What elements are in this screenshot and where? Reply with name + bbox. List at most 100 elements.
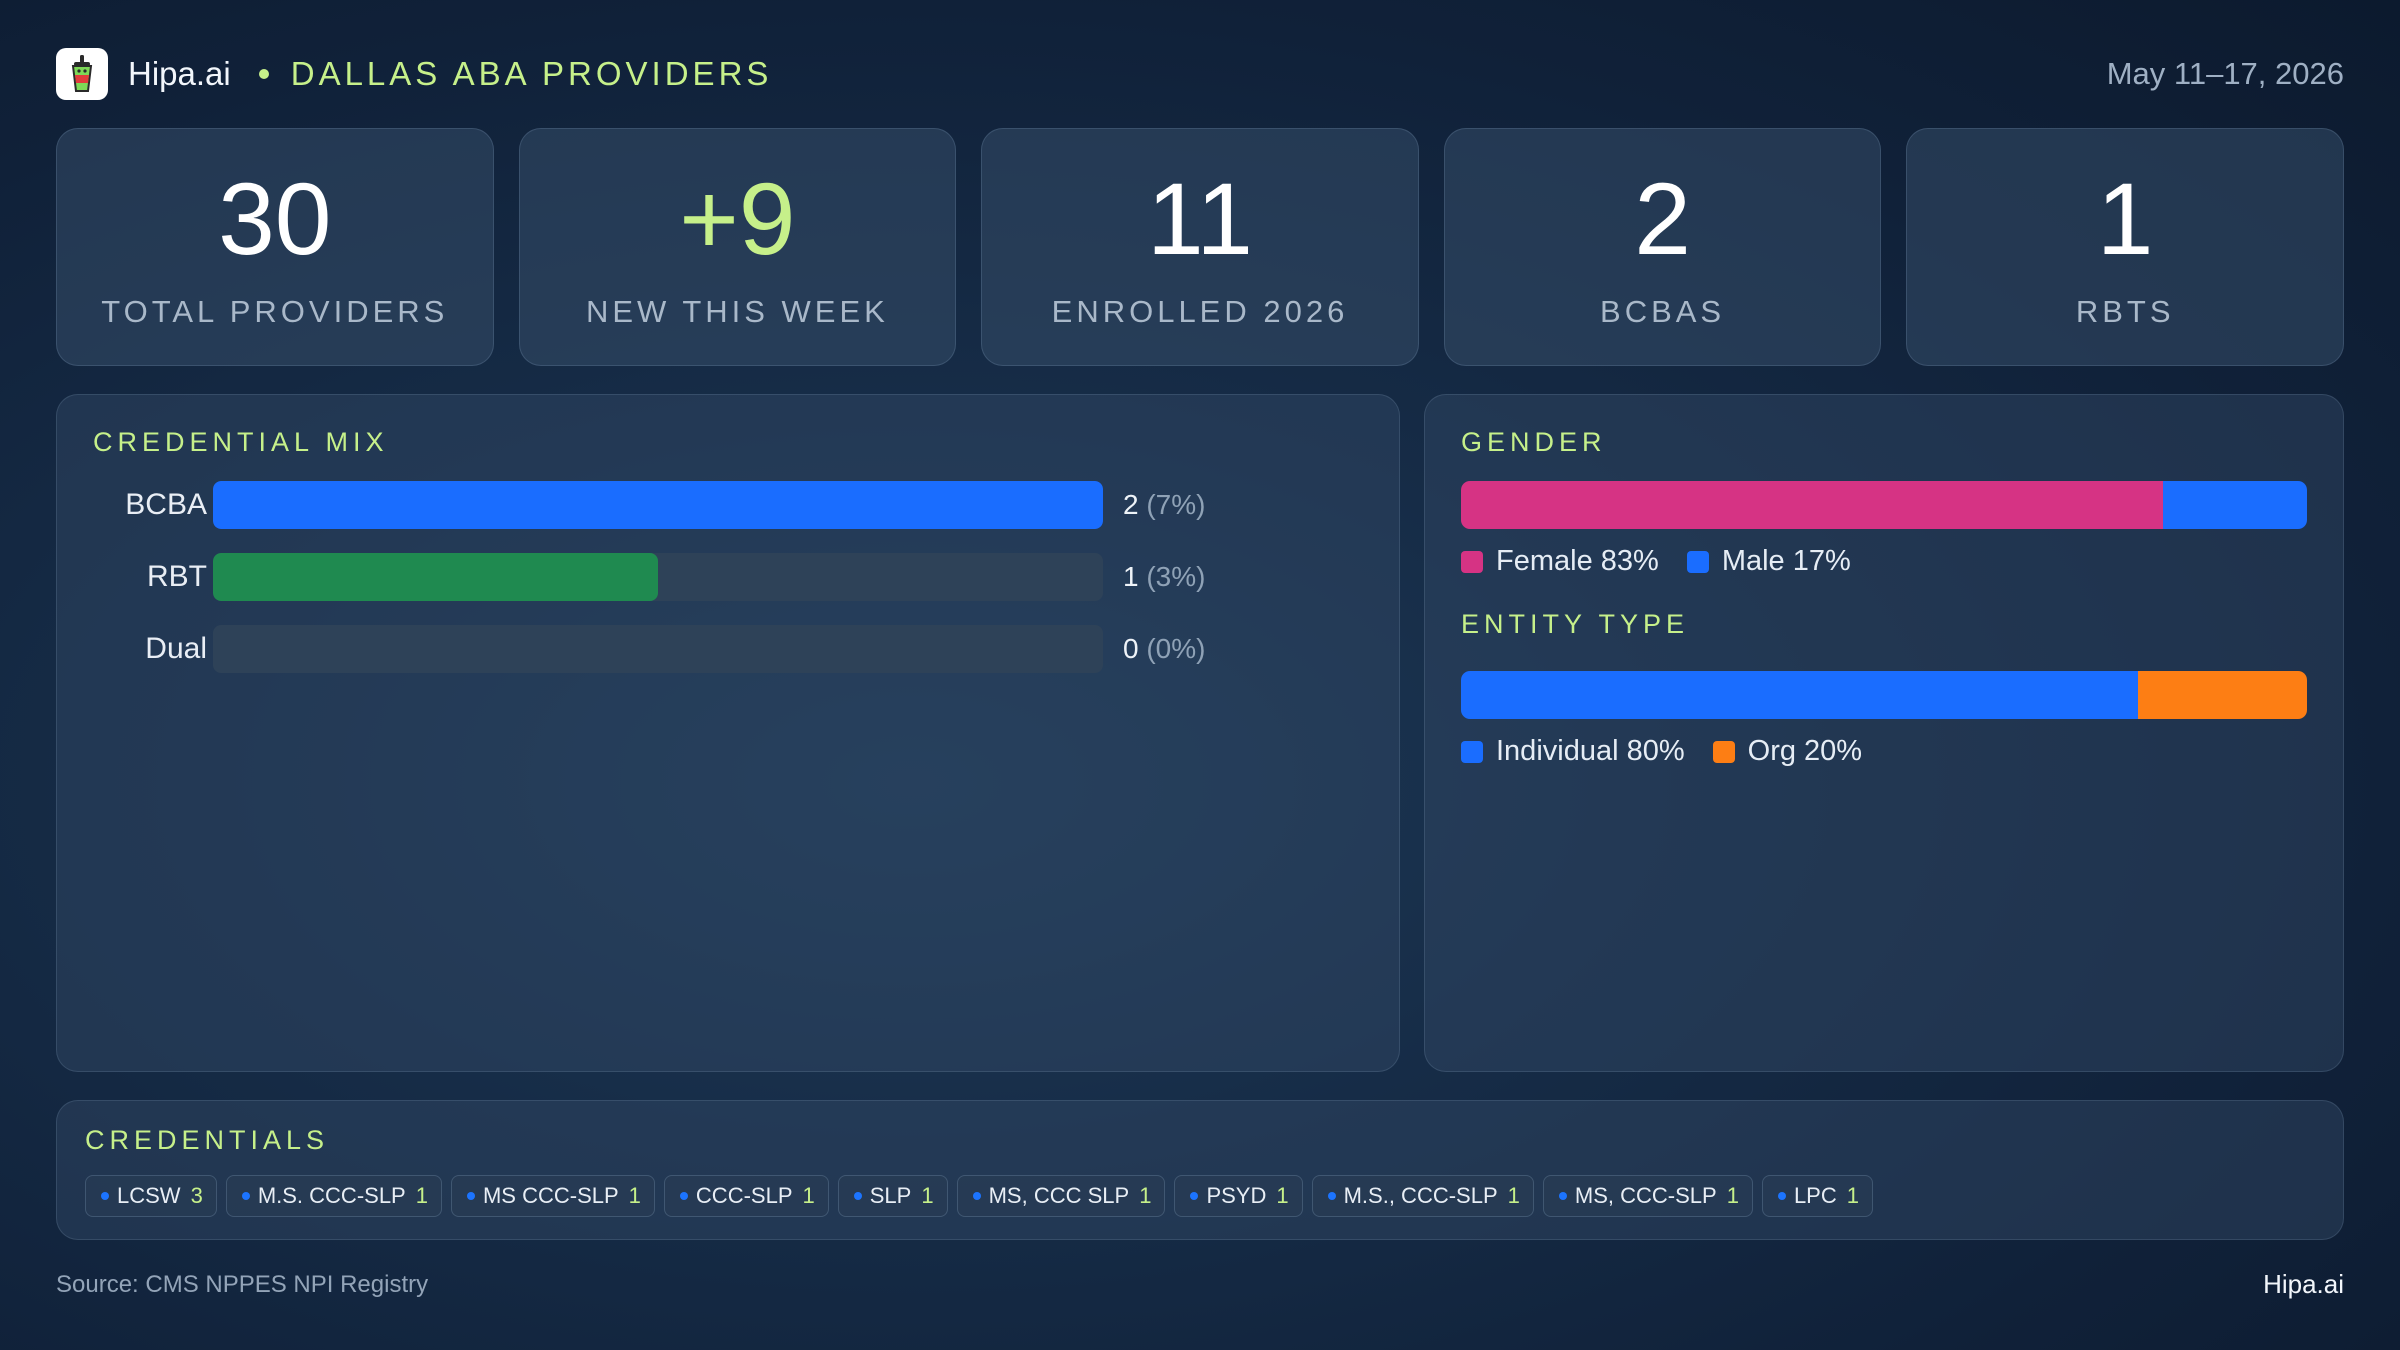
kpi-value: 30 [218, 162, 332, 276]
entity-segment-individual [1461, 671, 2138, 719]
kpi-value: 2 [1634, 162, 1691, 276]
header: Hipa.ai DALLAS ABA PROVIDERS May 11–17, … [56, 48, 2344, 100]
legend-label: Male 17% [1721, 545, 1851, 577]
mix-pct: (7%) [1146, 489, 1206, 520]
chip-label: MS, CCC SLP [988, 1183, 1130, 1208]
chip-dot [1777, 1192, 1786, 1200]
cup-logo-icon [56, 48, 108, 100]
chip-count: 1 [802, 1183, 815, 1208]
credential-chip: MS, CCC-SLP 1 [1542, 1175, 1753, 1217]
mix-row-value: 2 (7%) [1123, 481, 1205, 529]
chip-dot [241, 1192, 250, 1200]
kpi-label: TOTAL PROVIDERS [101, 294, 449, 329]
kpi-value: 1 [2096, 162, 2154, 276]
mix-row-label: Dual [145, 632, 207, 665]
separator-dot [258, 69, 269, 79]
chip-dot [1190, 1192, 1199, 1200]
entity-legend: Individual 80% Org 20% [1461, 735, 1890, 768]
source-note: Source: CMS NPPES NPI Registry [56, 1271, 429, 1298]
credential-chip: SLP 1 [837, 1175, 948, 1217]
mix-pct: (0%) [1146, 633, 1206, 664]
credential-chip: LCSW 3 [85, 1175, 217, 1217]
chip-dot [679, 1192, 688, 1200]
chip-count: 1 [1726, 1183, 1739, 1208]
chip-label: LPC [1793, 1183, 1837, 1208]
mix-row-value: 0 (0%) [1123, 625, 1205, 673]
chip-count: 1 [921, 1183, 934, 1208]
kpi-label: NEW THIS WEEK [585, 294, 889, 329]
mix-pct: (3%) [1146, 561, 1206, 592]
credential-chip-list: LCSW 3 M.S. CCC-SLP 1 MS CCC-SLP 1 CCC-SLP 1 SLP… [85, 1175, 1873, 1217]
gender-stacked-bar [1461, 481, 2307, 529]
kpi-enrolled: 11 ENROLLED 2026 [981, 128, 1419, 366]
chip-count: 1 [1846, 1183, 1859, 1208]
kpi-rbts: 1 RBTS [1906, 128, 2344, 366]
chip-label: PSYD [1206, 1183, 1267, 1208]
mix-count: 1 [1123, 561, 1139, 592]
mix-bar-fill [213, 553, 658, 601]
credential-chip: M.S. CCC-SLP 1 [225, 1175, 442, 1217]
legend-item-individual: Individual 80% [1461, 735, 1685, 768]
gender-legend: Female 83% Male 17% [1461, 545, 1879, 578]
mix-row-label: BCBA [125, 488, 207, 521]
region-title: DALLAS ABA PROVIDERS [290, 55, 773, 92]
mix-count: 0 [1123, 633, 1139, 664]
chip-dot [972, 1192, 981, 1200]
mix-count: 2 [1123, 489, 1139, 520]
kpi-label: RBTS [2075, 294, 2175, 329]
chip-dot [1558, 1192, 1567, 1200]
chip-count: 1 [628, 1183, 641, 1208]
credential-chip: CCC-SLP 1 [663, 1175, 829, 1217]
legend-item-female: Female 83% [1461, 545, 1659, 578]
legend-label: Female 83% [1496, 545, 1659, 577]
credential-chip: MS CCC-SLP 1 [450, 1175, 655, 1217]
credential-chip: PSYD 1 [1174, 1175, 1303, 1217]
kpi-bcbas: 2 BCBAS [1443, 128, 1882, 366]
chip-count: 1 [415, 1183, 428, 1208]
mix-bar-track [213, 553, 1103, 601]
kpi-label: ENROLLED 2026 [1051, 294, 1349, 329]
gender-segment-male [2163, 481, 2307, 529]
mix-row-bcba: BCBA 2 (7%) [57, 481, 1399, 529]
legend-swatch [1461, 740, 1483, 763]
date-range: May 11–17, 2026 [2106, 56, 2344, 91]
credential-chip: M.S., CCC-SLP 1 [1311, 1175, 1534, 1217]
chip-dot [1327, 1192, 1336, 1200]
chip-label: CCC-SLP [695, 1183, 793, 1208]
chip-label: M.S. CCC-SLP [257, 1183, 406, 1208]
legend-item-male: Male 17% [1686, 545, 1851, 578]
legend-label: Individual 80% [1496, 735, 1685, 767]
chip-count: 3 [190, 1183, 203, 1208]
mix-bar-track [213, 625, 1103, 673]
chip-label: SLP [869, 1183, 912, 1208]
gender-title: GENDER [1461, 427, 1607, 457]
legend-swatch [1461, 550, 1483, 573]
legend-swatch [1712, 740, 1735, 763]
chip-label: LCSW [117, 1183, 181, 1208]
chip-dot [101, 1192, 109, 1200]
chip-label: MS, CCC-SLP [1574, 1183, 1717, 1208]
legend-label: Org 20% [1747, 735, 1863, 767]
kpi-value: +9 [679, 162, 796, 276]
chip-label: MS CCC-SLP [482, 1183, 619, 1208]
panel-title: CREDENTIAL MIX [93, 427, 389, 457]
kpi-row: 30 TOTAL PROVIDERS +9 NEW THIS WEEK 11 E… [56, 128, 2344, 366]
chip-count: 1 [1276, 1183, 1289, 1208]
credential-mix-panel: CREDENTIAL MIX BCBA 2 (7%) RBT 1 (3%) Du… [56, 394, 1400, 1072]
kpi-total-providers: 30 TOTAL PROVIDERS [56, 128, 494, 366]
kpi-value: 11 [1147, 162, 1253, 276]
kpi-new-this-week: +9 NEW THIS WEEK [518, 128, 957, 366]
mix-row-dual: Dual 0 (0%) [57, 625, 1399, 673]
entity-stacked-bar [1461, 671, 2307, 719]
entity-segment-org [2137, 671, 2307, 719]
mix-bar-fill [213, 481, 1103, 529]
mix-row-value: 1 (3%) [1123, 553, 1205, 601]
mix-bar-track [213, 481, 1103, 529]
mix-row-rbt: RBT 1 (3%) [57, 553, 1399, 601]
footer-brand: Hipa.ai [2263, 1269, 2344, 1299]
credential-chip: LPC 1 [1761, 1175, 1873, 1217]
panel-title: CREDENTIALS [85, 1125, 330, 1155]
legend-swatch [1686, 550, 1709, 573]
chip-dot [853, 1192, 862, 1200]
chip-label: M.S., CCC-SLP [1343, 1183, 1498, 1208]
